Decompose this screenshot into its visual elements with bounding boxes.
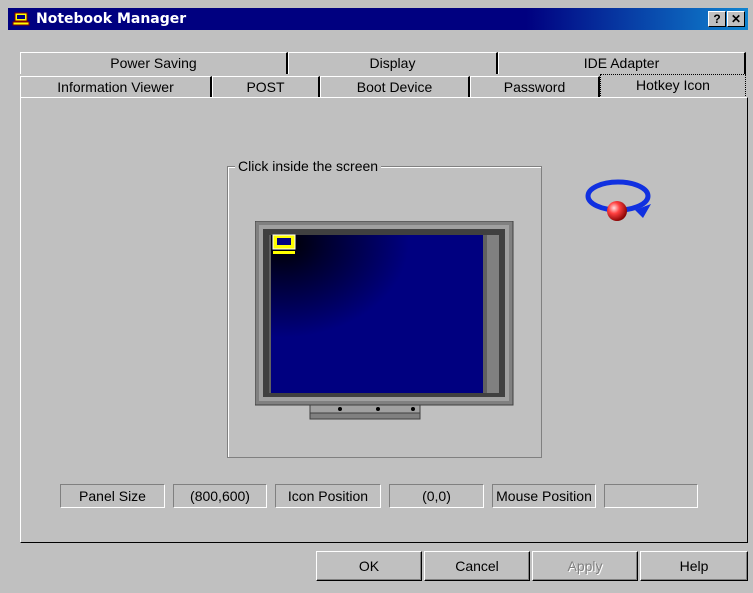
tab-power-saving[interactable]: Power Saving [20,52,288,74]
tab-label: Information Viewer [57,79,174,95]
title-bar: Notebook Manager ? ✕ [8,8,748,30]
ok-button[interactable]: OK [316,551,422,581]
close-button[interactable]: ✕ [727,11,745,27]
mouse-position-label: Mouse Position [492,484,596,508]
tab-password[interactable]: Password [470,76,600,98]
tab-display[interactable]: Display [288,52,498,74]
window-title: Notebook Manager [36,11,187,27]
tab-label: Password [503,79,566,95]
hotkey-screen-icon [272,234,296,254]
tab-label: Power Saving [110,55,197,71]
tab-post[interactable]: POST [212,76,320,98]
cancel-button[interactable]: Cancel [424,551,530,581]
tab-ide-adapter[interactable]: IDE Adapter [498,52,746,74]
tab-information-viewer[interactable]: Information Viewer [20,76,212,98]
icon-position-label: Icon Position [275,484,381,508]
panel-size-label: Panel Size [60,484,165,508]
tab-label: IDE Adapter [583,55,660,71]
icon-position-value: (0,0) [389,484,484,508]
apply-button[interactable]: Apply [532,551,638,581]
help-button[interactable]: Help [640,551,748,581]
group-label: Click inside the screen [235,158,382,174]
help-title-button[interactable]: ? [708,11,726,27]
tab-hotkey-icon[interactable]: Hotkey Icon [600,74,746,98]
notebook-icon [12,12,30,26]
monitor-preview[interactable] [255,221,515,421]
rotate-ball-icon[interactable] [585,174,655,224]
panel-size-value: (800,600) [173,484,267,508]
tab-label: POST [246,79,285,95]
tab-boot-device[interactable]: Boot Device [320,76,470,98]
screen-area [271,235,483,393]
mouse-position-value [604,484,698,508]
tab-label: Display [369,55,416,71]
tab-label: Boot Device [356,79,433,95]
notebook-manager-window: Notebook Manager ? ✕ Power Saving Displa… [0,0,753,593]
tab-label: Hotkey Icon [636,77,710,93]
